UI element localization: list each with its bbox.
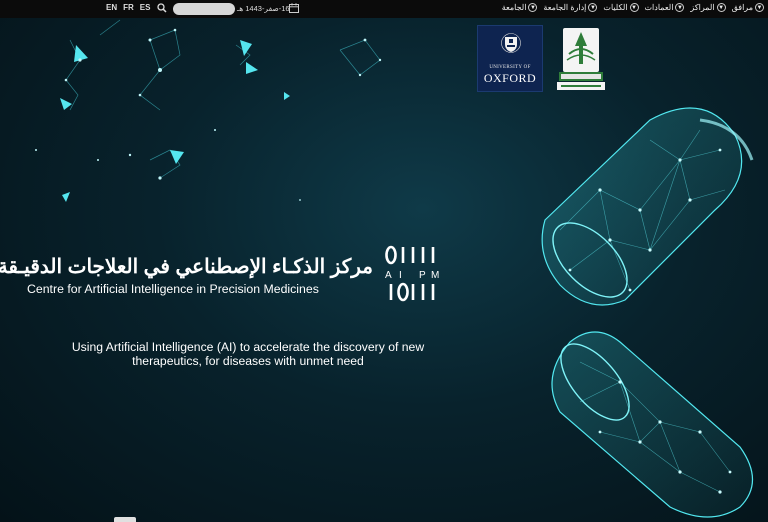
chevron-down-icon: ▼	[528, 3, 538, 12]
aipm-letter-m: M	[431, 270, 439, 281]
nav-item-university[interactable]: ▼ الجامعة	[502, 3, 538, 12]
chevron-down-icon: ▼	[716, 3, 726, 12]
language-switcher: EN FR ES	[106, 3, 150, 12]
nav-item-colleges[interactable]: ▼ الكليات	[603, 3, 639, 12]
hijri-date: 16-صفر-1443 هـ	[237, 4, 290, 13]
kau-emblem-icon[interactable]	[553, 26, 609, 92]
top-bar: EN FR ES 16-صفر-1443 هـ ▼ مرافق ▼ المراك…	[0, 0, 768, 18]
language-en-link[interactable]: EN	[106, 3, 117, 12]
capsule-illustration-top	[541, 107, 754, 306]
chevron-down-icon: ▼	[675, 3, 685, 12]
center-name-arabic: مركز الذكـاء الإصطناعي في العلاجات الدقي…	[0, 256, 373, 278]
nav-item-administration[interactable]: ▼ إدارة الجامعة	[543, 3, 598, 12]
chevron-down-icon: ▼	[588, 3, 598, 12]
chevron-down-icon: ▼	[629, 3, 639, 12]
center-name-english: Centre for Artificial Intelligence in Pr…	[27, 282, 319, 296]
nav-item-label: مرافق	[731, 3, 753, 12]
nav-item-deanships[interactable]: ▼ العمادات	[645, 3, 685, 12]
aipm-letter-a: A	[385, 270, 392, 281]
language-es-link[interactable]: ES	[140, 3, 151, 12]
nav-item-label: إدارة الجامعة	[543, 3, 587, 12]
language-fr-link[interactable]: FR	[123, 3, 134, 12]
nav-item-label: العمادات	[644, 3, 674, 12]
search-icon[interactable]	[157, 3, 167, 13]
search-input[interactable]	[173, 3, 235, 15]
oxford-crest-icon	[501, 33, 521, 53]
oxford-logo[interactable]: UNIVERSITY OF OXFORD	[477, 25, 543, 92]
nav-item-facilities[interactable]: ▼ مرافق	[732, 3, 764, 12]
calendar-icon	[289, 3, 299, 13]
chat-widget-tab[interactable]	[114, 517, 136, 522]
oxford-line2: OXFORD	[483, 71, 537, 85]
hero-tagline: Using Artificial Intelligence (AI) to ac…	[71, 340, 425, 368]
nav-item-label: الكليات	[603, 3, 628, 12]
aipm-letter-i: I	[399, 270, 402, 281]
nav-item-label: المراكز	[690, 3, 715, 12]
main-nav: ▼ مرافق ▼ المراكز ▼ العمادات ▼ الكليات ▼…	[502, 3, 764, 12]
nav-item-label: الجامعة	[501, 3, 527, 12]
aipm-logo-icon: A I P M	[385, 245, 439, 302]
nav-item-centers[interactable]: ▼ المراكز	[690, 3, 726, 12]
chevron-down-icon: ▼	[755, 3, 764, 12]
aipm-letter-p: P	[419, 270, 426, 281]
oxford-line1: UNIVERSITY OF	[489, 65, 531, 70]
capsule-illustration-bottom	[551, 331, 753, 518]
